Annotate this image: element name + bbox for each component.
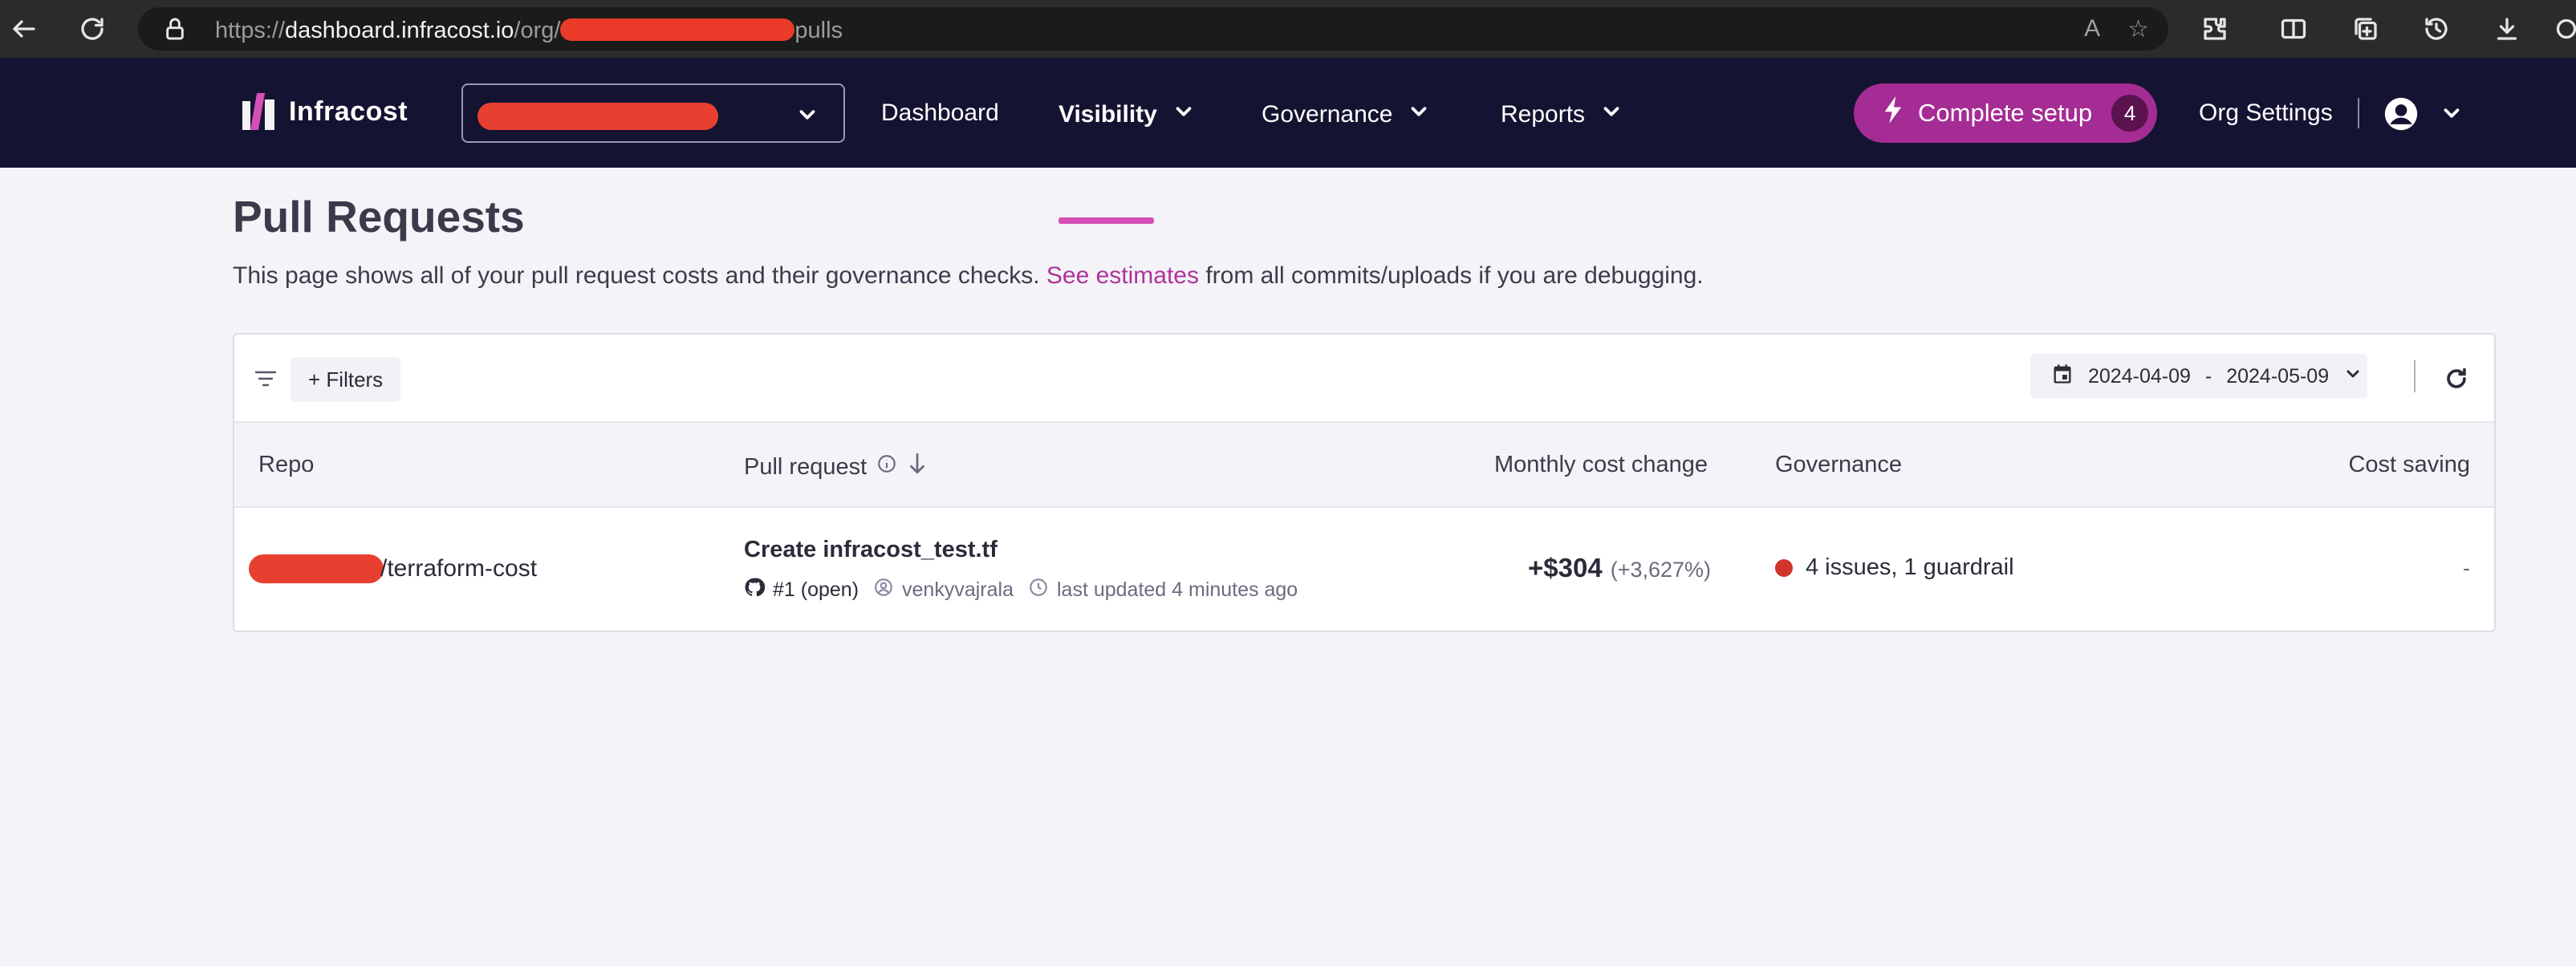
pull-request-title[interactable]: Create infracost_test.tf	[744, 537, 997, 563]
pull-request-number[interactable]: #1 (open)	[773, 578, 859, 602]
date-to: 2024-05-09	[2226, 364, 2330, 388]
table-toolbar: + Filters 2024-04-09 - 2024-05-09	[234, 335, 2494, 423]
column-header-pull-request[interactable]: Pull request	[744, 452, 928, 482]
complete-setup-button[interactable]: Complete setup 4	[1854, 83, 2157, 143]
column-header-label: Pull request	[744, 453, 867, 480]
nav-reports-label: Reports	[1501, 101, 1586, 128]
column-header-cost-saving[interactable]: Cost saving	[2348, 452, 2470, 478]
page-description: This page shows all of your pull request…	[233, 262, 1704, 289]
copilot-icon[interactable]	[2550, 13, 2576, 45]
date-separator: -	[2204, 364, 2212, 388]
history-icon[interactable]	[2420, 13, 2452, 45]
brand-name: Infracost	[289, 95, 408, 127]
calendar-icon	[2051, 363, 2074, 391]
cost-value: +$304	[1528, 553, 1603, 582]
column-header-label: Repo	[258, 452, 315, 477]
refresh-icon[interactable]	[2443, 365, 2470, 392]
extensions-icon[interactable]	[2199, 13, 2231, 45]
nav-visibility[interactable]: Visibility	[1058, 99, 1196, 130]
chevron-down-icon	[1407, 99, 1431, 130]
column-header-label: Cost saving	[2348, 452, 2470, 477]
page-title: Pull Requests	[233, 192, 525, 242]
favorite-star-icon[interactable]: ☆	[2127, 15, 2149, 43]
complete-setup-label: Complete setup	[1918, 99, 2093, 127]
url-text: https://dashboard.infracost.io/org/pulls	[215, 18, 843, 43]
chevron-down-icon	[795, 103, 819, 131]
repo-cell[interactable]: /terraform-cost	[249, 554, 538, 583]
add-filters-button[interactable]: + Filters	[291, 357, 401, 402]
pull-request-meta: #1 (open) venkyvajrala last updated 4 mi…	[744, 577, 1298, 603]
monthly-cost-change: +$304 (+3,627%)	[1528, 553, 1711, 583]
nav-divider	[2358, 98, 2359, 128]
nav-dashboard[interactable]: Dashboard	[881, 99, 999, 127]
reload-icon[interactable]	[76, 13, 108, 45]
download-icon[interactable]	[2491, 13, 2523, 45]
address-bar[interactable]: https://dashboard.infracost.io/org/pulls…	[138, 7, 2168, 51]
pull-request-author: venkyvajrala	[902, 578, 1014, 601]
redacted-org	[560, 18, 795, 41]
back-icon[interactable]	[8, 13, 40, 45]
user-avatar-icon[interactable]	[2383, 96, 2419, 132]
org-settings-link[interactable]: Org Settings	[2199, 99, 2333, 127]
pull-requests-table-card: + Filters 2024-04-09 - 2024-05-09 Repo P…	[233, 333, 2496, 632]
chevron-down-icon	[1599, 99, 1623, 130]
governance-summary: 4 issues, 1 guardrail	[1806, 554, 2014, 580]
date-range-picker[interactable]: 2024-04-09 - 2024-05-09	[2030, 354, 2367, 399]
nav-governance-label: Governance	[1262, 101, 1393, 128]
column-header-label: Monthly cost change	[1494, 452, 1708, 477]
toolbar-divider	[2414, 360, 2416, 392]
cost-saving-value: -	[2463, 556, 2470, 580]
chevron-down-icon	[2343, 364, 2363, 389]
infracost-logo[interactable]: Infracost	[242, 93, 408, 130]
active-nav-indicator	[1058, 217, 1154, 224]
redacted-repo-owner	[249, 554, 384, 583]
nav-dashboard-label: Dashboard	[881, 99, 999, 126]
redacted-org-name	[477, 103, 718, 130]
cost-percent: (+3,627%)	[1610, 558, 1712, 582]
nav-visibility-label: Visibility	[1058, 101, 1157, 128]
column-header-repo[interactable]: Repo	[258, 452, 314, 478]
github-icon	[744, 577, 766, 603]
nav-governance[interactable]: Governance	[1262, 99, 1431, 130]
nav-reports[interactable]: Reports	[1501, 99, 1623, 130]
table-row[interactable]: /terraform-cost Create infracost_test.tf…	[234, 508, 2494, 632]
column-header-label: Governance	[1775, 452, 1902, 477]
table-header: Repo Pull request Monthly cost change Go…	[234, 423, 2494, 508]
lock-icon	[162, 16, 188, 42]
chevron-down-icon	[1172, 99, 1196, 130]
info-icon[interactable]	[876, 453, 897, 481]
infracost-logo-icon	[242, 93, 279, 130]
org-selector[interactable]	[461, 83, 845, 143]
read-aloud-icon[interactable]: A	[2084, 15, 2100, 43]
setup-count-badge: 4	[2111, 95, 2149, 132]
date-from: 2024-04-09	[2088, 364, 2191, 388]
lightning-icon	[1883, 96, 1905, 130]
app-navbar: Infracost Dashboard Visibility Governanc…	[0, 58, 2576, 224]
repo-name: /terraform-cost	[380, 555, 538, 582]
sort-down-arrow-icon[interactable]	[907, 452, 928, 482]
column-header-governance[interactable]: Governance	[1775, 452, 1902, 478]
governance-cell[interactable]: 4 issues, 1 guardrail	[1775, 554, 2014, 581]
collections-icon[interactable]	[2350, 13, 2382, 45]
column-header-monthly-cost-change[interactable]: Monthly cost change	[1494, 452, 1708, 478]
clock-icon	[1028, 577, 1049, 603]
user-circle-icon	[873, 577, 894, 603]
chevron-down-icon[interactable]	[2440, 101, 2464, 129]
browser-toolbar: https://dashboard.infracost.io/org/pulls…	[0, 0, 2576, 58]
last-updated-text: last updated 4 minutes ago	[1056, 578, 1298, 601]
filter-lines-icon[interactable]	[254, 368, 278, 389]
split-screen-icon[interactable]	[2277, 13, 2310, 45]
governance-status-dot	[1775, 558, 1793, 577]
see-estimates-link[interactable]: See estimates	[1046, 262, 1199, 289]
